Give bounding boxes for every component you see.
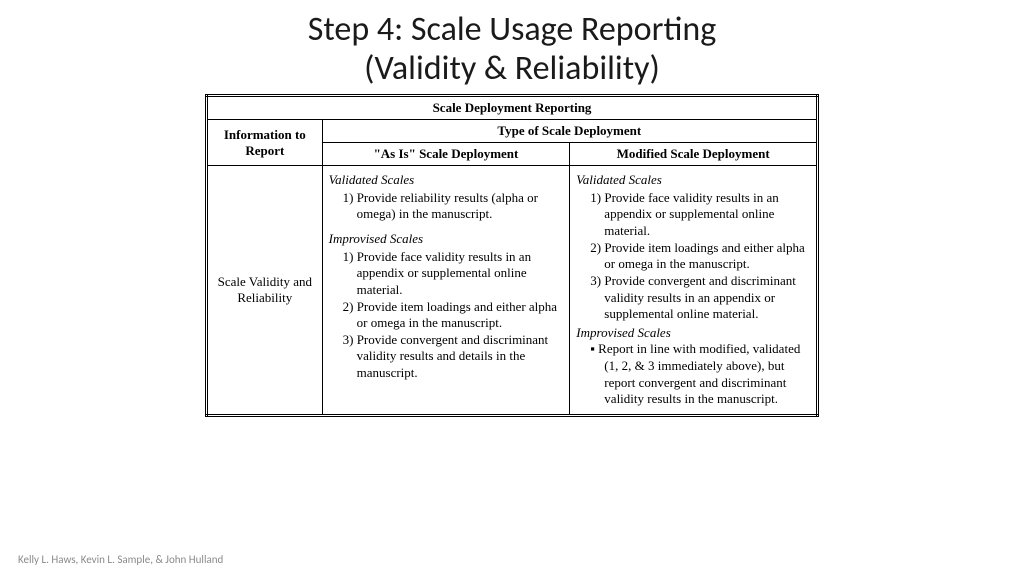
asis-validated-list: 1) Provide reliability results (alpha or… <box>329 190 562 223</box>
col-asis-header: "As Is" Scale Deployment <box>322 143 570 166</box>
asis-improv-list: 1) Provide face validity results in an a… <box>329 249 562 382</box>
deployment-table: Scale Deployment Reporting Information t… <box>205 94 819 417</box>
asis-validated-header: Validated Scales <box>329 172 562 189</box>
title-line-1: Step 4: Scale Usage Reporting <box>308 9 717 50</box>
list-item: 3) Provide convergent and discriminant v… <box>590 273 808 323</box>
type-header: Type of Scale Deployment <box>322 120 817 143</box>
mod-validated-list: 1) Provide face validity results in an a… <box>576 190 808 323</box>
row-label: Scale Validity and Reliability <box>207 166 323 416</box>
list-item: 1) Provide face validity results in an a… <box>590 190 808 240</box>
list-item: 1) Provide face validity results in an a… <box>343 249 562 299</box>
page-title: Step 4: Scale Usage Reporting (Validity … <box>0 0 1024 88</box>
info-header: Information to Report <box>207 120 323 166</box>
list-item: 3) Provide convergent and discriminant v… <box>343 332 562 382</box>
footer-credits: Kelly L. Haws, Kevin L. Sample, & John H… <box>18 553 223 566</box>
mod-improv-header: Improvised Scales <box>576 325 808 342</box>
col-mod-header: Modified Scale Deployment <box>570 143 818 166</box>
table-title: Scale Deployment Reporting <box>207 96 818 120</box>
title-line-2: (Validity & Reliability) <box>364 48 660 89</box>
mod-validated-header: Validated Scales <box>576 172 808 189</box>
asis-improv-header: Improvised Scales <box>329 231 562 248</box>
mod-cell: Validated Scales 1) Provide face validit… <box>570 166 818 416</box>
list-item: 2) Provide item loadings and either alph… <box>590 240 808 273</box>
mod-improv-list: ▪ Report in line with modified, validate… <box>576 341 808 408</box>
asis-cell: Validated Scales 1) Provide reliability … <box>322 166 570 416</box>
list-item: ▪ Report in line with modified, validate… <box>590 341 808 408</box>
list-item: 2) Provide item loadings and either alph… <box>343 299 562 332</box>
list-item: 1) Provide reliability results (alpha or… <box>343 190 562 223</box>
